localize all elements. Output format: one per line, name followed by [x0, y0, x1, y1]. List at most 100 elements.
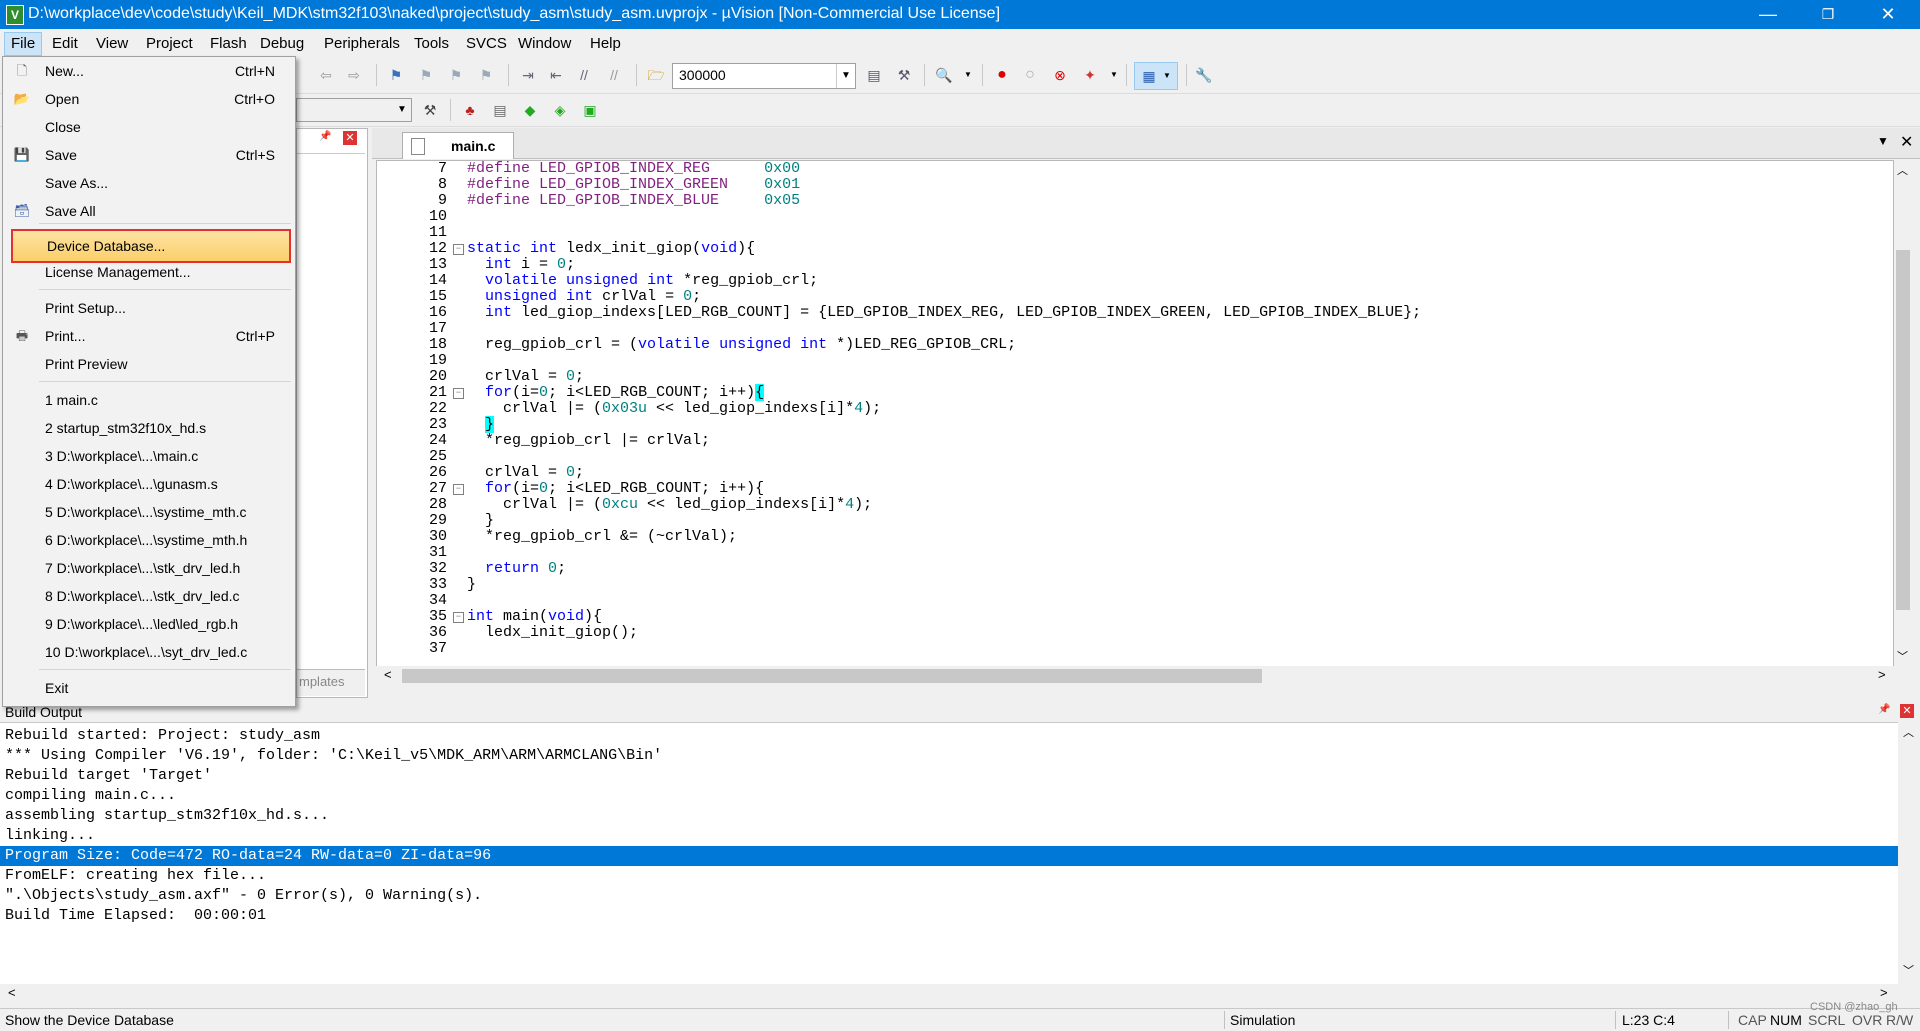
menu-project[interactable]: Project [140, 33, 199, 55]
file-menu-item-9-d-workplace-led-led-rgb-h[interactable]: 9 D:\workplace\...\led\led_rgb.h [7, 611, 291, 637]
uncomment-icon[interactable]: // [604, 65, 624, 85]
code-line[interactable]: 15 unsigned int crlVal = 0; [377, 289, 1877, 305]
unindent-icon[interactable]: ⇤ [546, 65, 566, 85]
kill-all-breakpoints-icon[interactable]: ✦ [1080, 65, 1100, 85]
code-line[interactable]: 7 #define LED_GPIOB_INDEX_REG 0x00 [377, 161, 1877, 177]
prev-bookmark-icon[interactable]: ⚑ [416, 65, 436, 85]
pin-icon[interactable]: 📌 [319, 131, 331, 142]
build-vertical-scrollbar[interactable]: ︿ ﹀ [1898, 722, 1920, 984]
scroll-right-icon[interactable]: > [1878, 667, 1886, 682]
file-menu-item-save-as[interactable]: Save As... [7, 170, 291, 196]
code-line[interactable]: 30 *reg_gpiob_crl &= (~crlVal); [377, 529, 1877, 545]
code-line[interactable]: 28 crlVal |= (0xcu << led_giop_indexs[i]… [377, 497, 1877, 513]
close-window-button[interactable]: ✕ [1860, 0, 1916, 29]
scroll-left-icon[interactable]: < [8, 985, 16, 1000]
menu-flash[interactable]: Flash [204, 33, 253, 55]
debug-session-icon[interactable]: 🔍 [934, 65, 954, 85]
editor-horizontal-scrollbar[interactable]: < > [376, 666, 1894, 686]
code-line[interactable]: 29 } [377, 513, 1877, 529]
manage-runtime-icon[interactable]: ◈ [550, 100, 570, 120]
target-select[interactable]: ▼ [296, 98, 412, 122]
file-menu-item-8-d-workplace-stk-drv-led-c[interactable]: 8 D:\workplace\...\stk_drv_led.c [7, 583, 291, 609]
file-menu-item-license-management[interactable]: License Management... [7, 259, 291, 285]
tab-main-c[interactable]: main.c [402, 132, 514, 159]
file-menu-item-1-main-c[interactable]: 1 main.c [7, 387, 291, 413]
code-line[interactable]: 22 crlVal |= (0x03u << led_giop_indexs[i… [377, 401, 1877, 417]
scroll-up-icon[interactable]: ︿ [1903, 724, 1914, 740]
file-menu-item-close[interactable]: Close [7, 114, 291, 140]
find-icon[interactable]: ▤ [864, 65, 884, 85]
fold-toggle-icon[interactable]: − [453, 612, 464, 623]
close-tab-icon[interactable]: ✕ [1900, 132, 1913, 152]
code-line[interactable]: 36 ledx_init_giop(); [377, 625, 1877, 641]
file-menu-item-new[interactable]: 🗋 New... Ctrl+N [7, 58, 291, 84]
code-line[interactable]: 26 crlVal = 0; [377, 465, 1877, 481]
code-line[interactable]: 17 [377, 321, 1877, 337]
menu-window[interactable]: Window [512, 33, 577, 55]
file-menu-item-exit[interactable]: Exit [7, 675, 291, 701]
file-menu-item-7-d-workplace-stk-drv-led-h[interactable]: 7 D:\workplace\...\stk_drv_led.h [7, 555, 291, 581]
menu-edit[interactable]: Edit [46, 33, 84, 55]
code-line[interactable]: 33} [377, 577, 1877, 593]
scroll-thumb[interactable] [1896, 250, 1910, 610]
file-menu-item-10-d-workplace-syt-drv-led-c[interactable]: 10 D:\workplace\...\syt_drv_led.c [7, 639, 291, 665]
file-menu-item-3-d-workplace-main-c[interactable]: 3 D:\workplace\...\main.c [7, 443, 291, 469]
code-line[interactable]: 9 #define LED_GPIOB_INDEX_BLUE 0x05 [377, 193, 1877, 209]
chevron-down-icon[interactable]: ▼ [1104, 65, 1124, 85]
code-line[interactable]: 18 reg_gpiob_crl = (volatile unsigned in… [377, 337, 1877, 353]
scroll-thumb[interactable] [402, 669, 1262, 683]
scroll-left-icon[interactable]: < [384, 667, 392, 682]
file-menu-item-open[interactable]: 📂 Open Ctrl+O [7, 86, 291, 112]
window-layout-button[interactable]: ▦ ▼ [1134, 62, 1178, 90]
fold-toggle-icon[interactable]: − [453, 244, 464, 255]
menu-peripherals[interactable]: Peripherals [318, 33, 406, 55]
code-line[interactable]: 19 [377, 353, 1877, 369]
tab-list-dropdown-icon[interactable]: ▼ [1877, 134, 1889, 148]
navigate-back-icon[interactable]: ⇦ [316, 65, 336, 85]
manage-project-items-icon[interactable]: ♣ [460, 100, 480, 120]
navigate-forward-icon[interactable]: ⇨ [344, 65, 364, 85]
chevron-down-icon[interactable]: ▼ [393, 99, 411, 121]
code-line[interactable]: 25 [377, 449, 1877, 465]
menu-help[interactable]: Help [584, 33, 627, 55]
configure-icon[interactable]: 🔧 [1194, 65, 1214, 85]
close-panel-icon[interactable]: ✕ [343, 131, 357, 145]
menu-view[interactable]: View [90, 33, 134, 55]
code-line[interactable]: 8 #define LED_GPIOB_INDEX_GREEN 0x01 [377, 177, 1877, 193]
file-menu-item-print-preview[interactable]: Print Preview [7, 351, 291, 377]
bookmark-icon[interactable]: ⚑ [386, 65, 406, 85]
code-line[interactable]: 10 [377, 209, 1877, 225]
code-line[interactable]: 16 int led_giop_indexs[LED_RGB_COUNT] = … [377, 305, 1877, 321]
file-menu-item-6-d-workplace-systime-mth-h[interactable]: 6 D:\workplace\...\systime_mth.h [7, 527, 291, 553]
indent-icon[interactable]: ⇥ [518, 65, 538, 85]
target-options-icon[interactable]: ⚒ [420, 100, 440, 120]
comment-icon[interactable]: // [574, 65, 594, 85]
incremental-find-icon[interactable]: ⚒ [894, 65, 914, 85]
templates-tab[interactable]: mplates [297, 669, 365, 696]
code-line[interactable]: 13 int i = 0; [377, 257, 1877, 273]
clear-bookmarks-icon[interactable]: ⚑ [476, 65, 496, 85]
editor-vertical-scrollbar[interactable]: ︿ ﹀ [1894, 160, 1912, 666]
chevron-down-icon[interactable]: ▼ [836, 64, 855, 88]
code-line[interactable]: 34 [377, 593, 1877, 609]
code-line[interactable]: 35− int main(void){ [377, 609, 1877, 625]
code-line[interactable]: 27− for(i=0; i<LED_RGB_COUNT; i++){ [377, 481, 1877, 497]
code-line[interactable]: 20 crlVal = 0; [377, 369, 1877, 385]
file-menu-item-4-d-workplace-gunasm-s[interactable]: 4 D:\workplace\...\gunasm.s [7, 471, 291, 497]
select-packs-icon[interactable]: ▤ [490, 100, 510, 120]
menu-tools[interactable]: Tools [408, 33, 455, 55]
file-menu-item-save-all[interactable]: 🗃 Save All [7, 198, 291, 224]
scroll-up-icon[interactable]: ︿ [1897, 162, 1908, 178]
breakpoint-icon[interactable]: ● [992, 65, 1012, 85]
file-menu-item-2-startup-stm32f10x-hd-s[interactable]: 2 startup_stm32f10x_hd.s [7, 415, 291, 441]
pin-icon[interactable]: 📌 [1878, 704, 1890, 715]
menu-svcs[interactable]: SVCS [460, 33, 513, 55]
disable-breakpoint-icon[interactable]: ○ [1020, 65, 1040, 85]
file-menu-item-print-setup[interactable]: Print Setup... [7, 295, 291, 321]
code-line[interactable]: 14 volatile unsigned int *reg_gpiob_crl; [377, 273, 1877, 289]
scroll-down-icon[interactable]: ﹀ [1903, 962, 1914, 978]
code-line[interactable]: 37 [377, 641, 1877, 657]
code-line[interactable]: 11 [377, 225, 1877, 241]
build-horizontal-scrollbar[interactable]: < > [0, 984, 1898, 1004]
code-line[interactable]: 32 return 0; [377, 561, 1877, 577]
